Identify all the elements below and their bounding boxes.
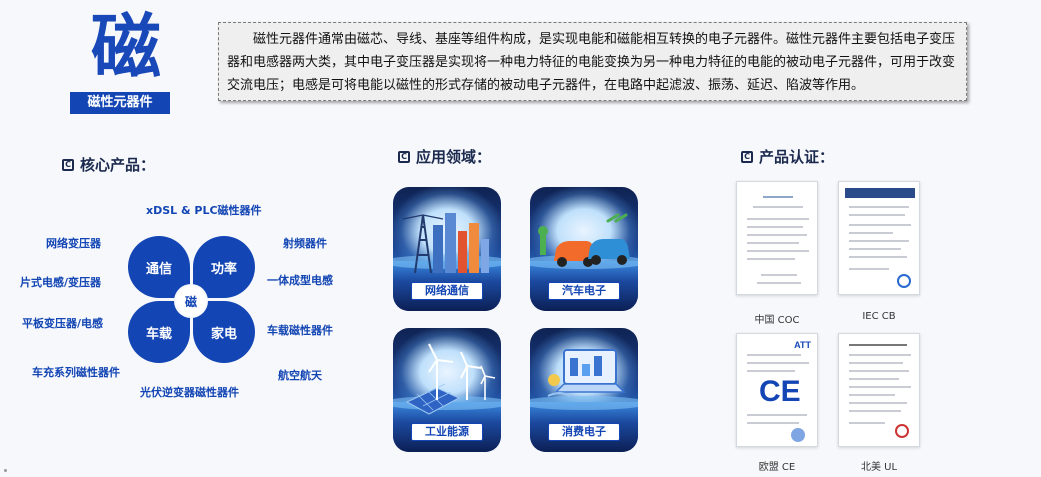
app-caption-energy: 工业能源: [411, 423, 483, 441]
city-tower-icon: [402, 213, 489, 274]
product-label-chip: 片式电感/变压器: [20, 276, 102, 289]
core-products-title-text: 核心产品：: [80, 156, 156, 174]
app-caption-consumer: 消费电子: [548, 423, 620, 441]
product-label-rf: 射频器件: [283, 237, 327, 250]
laptop-icon: [547, 349, 626, 397]
c-square-icon: C: [398, 150, 410, 163]
product-label-planar: 平板变压器/电感: [22, 317, 104, 330]
product-label-aero: 航空航天: [278, 369, 322, 382]
certificate-coc: [736, 181, 818, 295]
app-card-network: 网络通信: [393, 187, 501, 311]
cert-label-ul: 北美 UL: [860, 462, 898, 473]
certifications-title-text: 产品认证：: [759, 148, 835, 166]
certifications-title: C 产品认证：: [741, 146, 834, 167]
product-label-xdsl: xDSL & PLC磁性器件: [146, 204, 262, 217]
brand-character: 磁: [91, 5, 161, 88]
c-square-icon: C: [62, 158, 74, 171]
core-products-title: C 核心产品：: [62, 154, 155, 175]
ce-mark: CE: [759, 375, 801, 408]
certificate-ul: [838, 333, 920, 447]
product-label-pv: 光伏逆变器磁性器件: [140, 386, 239, 399]
app-caption-auto: 汽车电子: [548, 282, 620, 300]
cert-label-coc: 中国 COC: [754, 315, 800, 326]
applications-title-text: 应用领域：: [416, 148, 492, 166]
electric-car-icon: [538, 213, 630, 267]
certificate-iec-cb: [838, 181, 920, 295]
page-marker-dot: [4, 469, 7, 472]
solar-wind-icon: [405, 343, 496, 415]
att-logo: ATT: [794, 340, 811, 350]
certificate-ce: ATT CE: [736, 333, 818, 447]
description-box: 磁性元器件通常由磁芯、导线、基座等组件构成，是实现电能和磁能相互转换的电子元器件…: [218, 22, 967, 101]
petal-center: 磁: [176, 286, 206, 316]
cert-label-iec-cb: IEC CB: [862, 311, 896, 322]
cert-label-ce: 欧盟 CE: [758, 462, 796, 473]
product-label-molded: 一体成型电感: [267, 274, 333, 287]
app-card-consumer: 消费电子: [530, 328, 638, 452]
app-card-energy: 工业能源: [393, 328, 501, 452]
product-label-network: 网络变压器: [46, 237, 101, 250]
app-caption-network: 网络通信: [411, 282, 483, 300]
app-card-auto: 汽车电子: [530, 187, 638, 311]
c-square-icon: C: [741, 150, 753, 163]
product-label-auto: 车载磁性器件: [267, 324, 333, 337]
petal-power: 功率: [193, 236, 255, 298]
product-label-charger: 车充系列磁性器件: [32, 366, 120, 379]
applications-title: C 应用领域：: [398, 146, 491, 167]
brand-label: 磁性元器件: [70, 92, 170, 114]
